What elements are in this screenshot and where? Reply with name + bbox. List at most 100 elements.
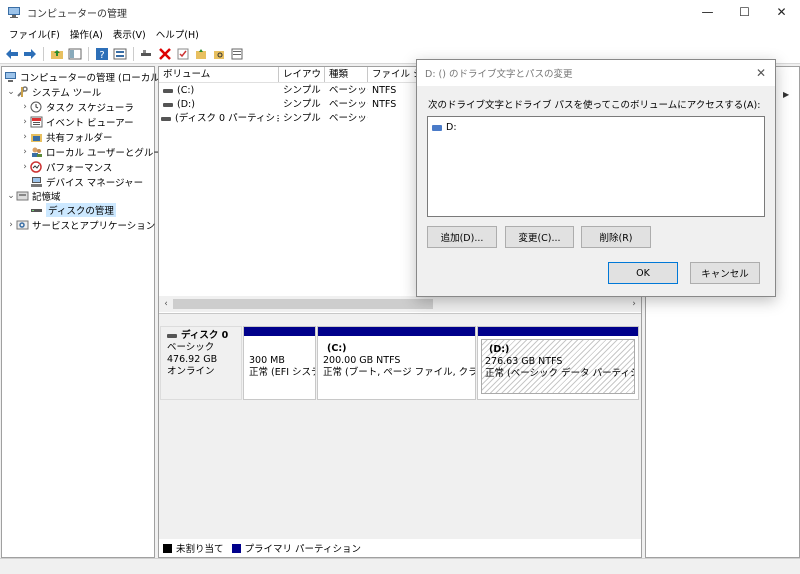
primary-partition-bar (318, 327, 475, 336)
performance-icon (30, 160, 43, 173)
menu-view[interactable]: 表示(V) (108, 27, 151, 41)
disk-name: ディスク 0 (181, 330, 229, 341)
navigation-tree: コンピューターの管理 (ローカル) ⌄ システム ツール › タスク スケジュー… (1, 66, 172, 558)
partition-name: (D:) (489, 344, 510, 355)
title-bar: コンピューターの管理 — ☐ ✕ (0, 0, 800, 24)
users-icon (30, 146, 43, 158)
partition-size: 276.63 GB NTFS (485, 356, 563, 367)
tree-item-device-manager[interactable]: デバイス マネージャー (30, 174, 143, 189)
partition-size: 200.00 GB NTFS (323, 355, 401, 366)
dialog-close-icon[interactable]: ✕ (753, 65, 769, 81)
minimize-button[interactable]: — (689, 0, 726, 24)
partition-size: 300 MB (249, 355, 285, 366)
computer-management-icon (4, 71, 17, 83)
drive-icon (432, 124, 442, 131)
check-icon[interactable] (175, 46, 191, 62)
disk-type: ベーシック (167, 342, 215, 353)
cancel-button[interactable]: キャンセル (690, 262, 760, 284)
partition-efi[interactable]: 300 MB 正常 (EFI システ (243, 326, 316, 400)
drive-path-list[interactable]: D: (427, 116, 765, 217)
dialog-title: D: () のドライブ文字とパスの変更 (417, 60, 775, 86)
tree-item-disk-management[interactable]: ディスクの管理 (30, 202, 116, 217)
partition-d[interactable]: (D:) 276.63 GB NTFS 正常 (ベーシック データ パーティショ… (477, 326, 639, 400)
scrollbar-thumb[interactable] (173, 299, 433, 309)
ok-button[interactable]: OK (608, 262, 678, 284)
expand-icon[interactable]: › (6, 220, 16, 230)
clock-icon (30, 101, 43, 113)
up-folder-icon[interactable] (49, 46, 65, 62)
add-button[interactable]: 追加(D)... (427, 226, 497, 248)
svg-text:?: ? (99, 50, 104, 61)
connect-icon[interactable] (139, 46, 155, 62)
expand-icon[interactable]: › (20, 132, 30, 142)
computer-management-icon (7, 5, 21, 19)
primary-swatch (231, 543, 241, 553)
menu-bar: ファイル(F) 操作(A) 表示(V) ヘルプ(H) (0, 24, 800, 44)
menu-help[interactable]: ヘルプ(H) (151, 27, 204, 41)
primary-partition-bar (244, 327, 315, 336)
expand-icon[interactable]: › (20, 102, 30, 112)
disk-icon (167, 334, 177, 338)
disk-info[interactable]: ディスク 0 ベーシック 476.92 GB オンライン (160, 326, 242, 400)
dialog-description: 次のドライブ文字とドライブ パスを使ってこのボリュームにアクセスする(A): (428, 100, 761, 111)
disk-size: 476.92 GB (167, 354, 218, 365)
partition-status: 正常 (ベーシック データ パーティション) (485, 368, 634, 379)
help-icon[interactable]: ? (94, 46, 110, 62)
expand-arrow-icon[interactable]: ▶ (783, 90, 789, 99)
tree-item-performance[interactable]: › パフォーマンス (20, 159, 112, 174)
services-icon (16, 219, 29, 231)
storage-icon (16, 190, 29, 202)
legend-unallocated: 未割り当て (176, 544, 224, 555)
tree-item-local-users[interactable]: › ローカル ユーザーとグループ (20, 144, 172, 159)
scroll-right-icon[interactable]: › (627, 296, 641, 312)
disk-management-icon (30, 204, 43, 216)
partition-name: (C:) (327, 343, 347, 354)
menu-file[interactable]: ファイル(F) (4, 27, 65, 41)
back-icon[interactable] (4, 46, 20, 62)
tree-item-task-scheduler[interactable]: › タスク スケジューラ (20, 99, 134, 114)
scroll-left-icon[interactable]: ‹ (159, 296, 173, 312)
tree-item-root[interactable]: コンピューターの管理 (ローカル) (4, 69, 163, 84)
expand-icon[interactable]: › (20, 117, 30, 127)
change-drive-letter-dialog: D: () のドライブ文字とパスの変更 ✕ 次のドライブ文字とドライブ パスを使… (416, 59, 776, 297)
close-button[interactable]: ✕ (763, 0, 800, 24)
search-folder-icon[interactable] (211, 46, 227, 62)
drive-icon (163, 102, 173, 107)
collapse-icon[interactable]: ⌄ (6, 191, 16, 201)
column-volume[interactable]: ボリューム (159, 67, 279, 82)
tree-item-system-tools[interactable]: ⌄ システム ツール (6, 84, 101, 99)
change-button[interactable]: 変更(C)... (505, 226, 574, 248)
disk-graphical-view: ディスク 0 ベーシック 476.92 GB オンライン 300 MB 正常 (… (159, 313, 641, 539)
drive-icon (161, 116, 171, 121)
maximize-button[interactable]: ☐ (726, 0, 763, 24)
tree-item-shared-folders[interactable]: › 共有フォルダー (20, 129, 112, 144)
menu-action[interactable]: 操作(A) (65, 27, 108, 41)
partition-c[interactable]: (C:) 200.00 GB NTFS 正常 (ブート, ページ ファイル, ク… (317, 326, 476, 400)
column-type[interactable]: 種類 (325, 67, 368, 82)
legend-primary: プライマリ パーティション (244, 544, 361, 555)
partition-status: 正常 (EFI システ (249, 367, 315, 378)
expand-icon[interactable]: › (20, 162, 30, 172)
tree-item-event-viewer[interactable]: › イベント ビューアー (20, 114, 134, 129)
list-view-icon[interactable] (229, 46, 245, 62)
drive-icon (163, 88, 173, 93)
tree-item-services-apps[interactable]: › サービスとアプリケーション (6, 217, 155, 232)
window-title: コンピューターの管理 (27, 8, 127, 20)
disk-status: オンライン (167, 366, 215, 377)
column-layout[interactable]: レイアウト (279, 67, 325, 82)
collapse-icon[interactable]: ⌄ (6, 87, 16, 97)
forward-icon[interactable] (22, 46, 38, 62)
new-folder-icon[interactable] (193, 46, 209, 62)
delete-icon[interactable] (157, 46, 173, 62)
properties-icon[interactable] (112, 46, 128, 62)
show-hide-tree-icon[interactable] (67, 46, 83, 62)
status-bar (0, 558, 800, 574)
expand-icon[interactable]: › (20, 147, 30, 157)
horizontal-scrollbar[interactable]: ‹ › (159, 296, 641, 312)
list-item[interactable]: D: (432, 122, 457, 133)
shared-folder-icon (30, 131, 43, 143)
remove-button[interactable]: 削除(R) (581, 226, 651, 248)
tree-item-storage[interactable]: ⌄ 記憶域 (6, 188, 60, 203)
partition-status: 正常 (ブート, ページ ファイル, クラッシュ (323, 367, 475, 378)
tools-icon (16, 85, 29, 98)
